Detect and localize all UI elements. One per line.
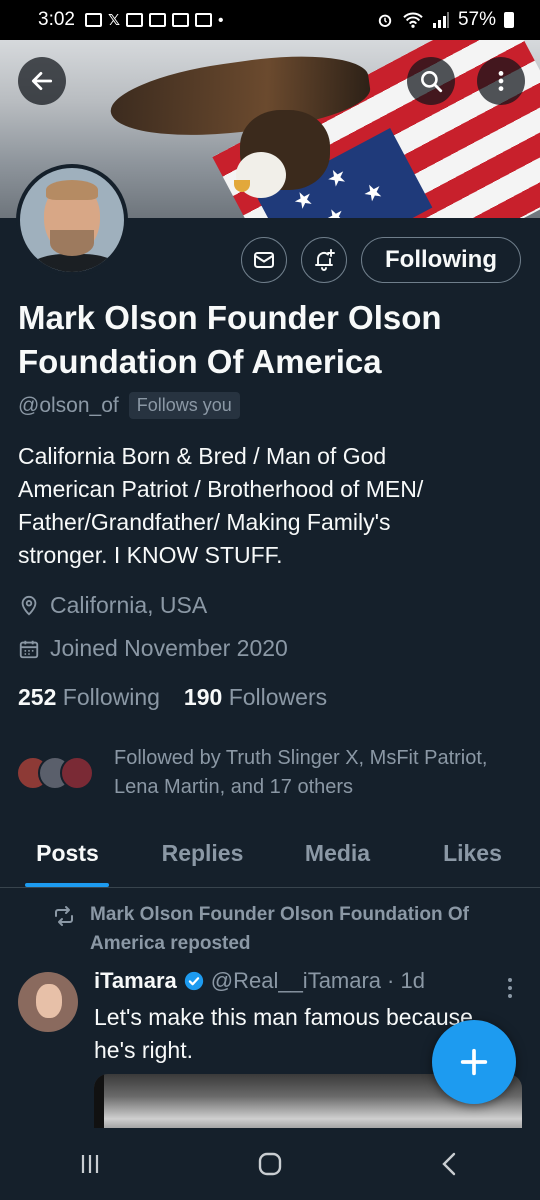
- repost-line: America reposted: [90, 933, 251, 954]
- followers-label: Followers: [228, 684, 328, 710]
- alarm-icon: [378, 14, 392, 27]
- compose-plus-icon: [460, 1048, 488, 1076]
- post-time: · 1d: [387, 968, 425, 993]
- tab-likes[interactable]: Likes: [405, 820, 540, 887]
- bio-line: American Patriot / Brotherhood of MEN/: [18, 476, 424, 502]
- profile-name: Mark Olson Founder Olson Foundation Of A…: [18, 299, 442, 380]
- bio-line: stronger. I KNOW STUFF.: [18, 542, 283, 568]
- wifi-icon: [403, 12, 423, 28]
- post-author-handle[interactable]: @Real__iTamara: [211, 968, 381, 994]
- tab-replies[interactable]: Replies: [135, 820, 270, 887]
- home-icon[interactable]: [255, 1149, 285, 1179]
- mutual-avatars: [16, 756, 94, 790]
- followed-by-text: Followed by Truth Slinger X, MsFit Patri…: [114, 744, 534, 802]
- following-label: Following: [62, 684, 160, 710]
- avatar: [60, 756, 94, 790]
- status-bar: 3:02 𝕏 • 57%: [0, 0, 540, 40]
- recents-icon[interactable]: [75, 1149, 105, 1179]
- follows-you-badge: Follows you: [128, 392, 240, 419]
- post-more-icon[interactable]: [500, 974, 520, 1002]
- following-count: 252: [18, 684, 57, 710]
- post-header: iTamara @Real__iTamara · 1d: [94, 968, 425, 994]
- followed-by-line: Lena Martin, and 17 others: [114, 776, 354, 798]
- tab-posts[interactable]: Posts: [0, 820, 135, 887]
- bio-line: California Born & Bred / Man of God: [18, 443, 387, 469]
- x-app-icon: 𝕏: [107, 12, 121, 29]
- calendar-icon: [19, 640, 39, 658]
- avatar-hair: [46, 180, 98, 200]
- battery-icon: [504, 12, 514, 28]
- post-author-name[interactable]: iTamara: [94, 968, 177, 994]
- avatar-shirt: [28, 254, 120, 272]
- news-icon: [149, 13, 167, 27]
- more-vertical-icon: [498, 71, 504, 91]
- profile-avatar[interactable]: [16, 164, 128, 276]
- mail-icon: [254, 252, 274, 268]
- bell-plus-icon: [315, 249, 335, 271]
- location-text: California, USA: [50, 592, 208, 618]
- back-button[interactable]: [18, 57, 66, 105]
- followers-link[interactable]: 190 Followers: [184, 684, 327, 711]
- verified-badge-icon: [184, 971, 203, 991]
- tab-media[interactable]: Media: [270, 820, 405, 887]
- system-nav-bar: [0, 1128, 540, 1200]
- bio-line: Father/Grandfather/ Making Family's: [18, 509, 391, 535]
- handle-row: @olson_of Follows you: [18, 392, 240, 419]
- follow-counts: 252 Following 190 Followers: [18, 684, 327, 711]
- avatar-face: [36, 984, 62, 1018]
- notifications-button[interactable]: [301, 237, 347, 283]
- profile-bio: California Born & Bred / Man of God Amer…: [18, 440, 518, 572]
- avatar-beard: [50, 230, 94, 256]
- search-button[interactable]: [407, 57, 455, 105]
- search-icon: [421, 71, 443, 93]
- dot-icon: •: [218, 11, 224, 29]
- repost-line: Mark Olson Founder Olson Foundation Of: [90, 904, 469, 925]
- message-icon: [84, 13, 102, 27]
- repost-text: Mark Olson Founder Olson Foundation Of A…: [90, 900, 530, 958]
- post-author-avatar[interactable]: [18, 972, 78, 1032]
- back-arrow-icon: [31, 72, 53, 90]
- media-edge: [94, 1074, 104, 1130]
- followed-by-line: Followed by Truth Slinger X, MsFit Patri…: [114, 747, 488, 769]
- status-time: 3:02: [38, 9, 75, 30]
- joined-text: Joined November 2020: [50, 635, 288, 661]
- news-icon: [172, 13, 190, 27]
- followers-count: 190: [183, 684, 223, 710]
- followed-by[interactable]: Followed by Truth Slinger X, MsFit Patri…: [16, 744, 534, 802]
- more-options-button[interactable]: [477, 57, 525, 105]
- joined-row: Joined November 2020: [18, 635, 288, 662]
- location-row: California, USA: [18, 592, 207, 619]
- profile-tabs: Posts Replies Media Likes: [0, 820, 540, 888]
- compose-button[interactable]: [432, 1020, 516, 1104]
- message-button[interactable]: [241, 237, 287, 283]
- following-link[interactable]: 252 Following: [18, 684, 160, 711]
- mail-notification-icon: [195, 13, 213, 27]
- repost-header: Mark Olson Founder Olson Foundation Of A…: [52, 900, 530, 958]
- news-icon: [126, 13, 144, 27]
- back-icon[interactable]: [435, 1149, 465, 1179]
- profile-handle: @olson_of: [18, 393, 119, 417]
- location-pin-icon: [21, 595, 37, 616]
- repost-icon: [55, 906, 73, 926]
- following-button[interactable]: Following: [361, 237, 521, 283]
- notification-icons: 𝕏 •: [84, 11, 224, 29]
- signal-icon: [432, 12, 449, 28]
- battery-level: 57%: [457, 9, 496, 30]
